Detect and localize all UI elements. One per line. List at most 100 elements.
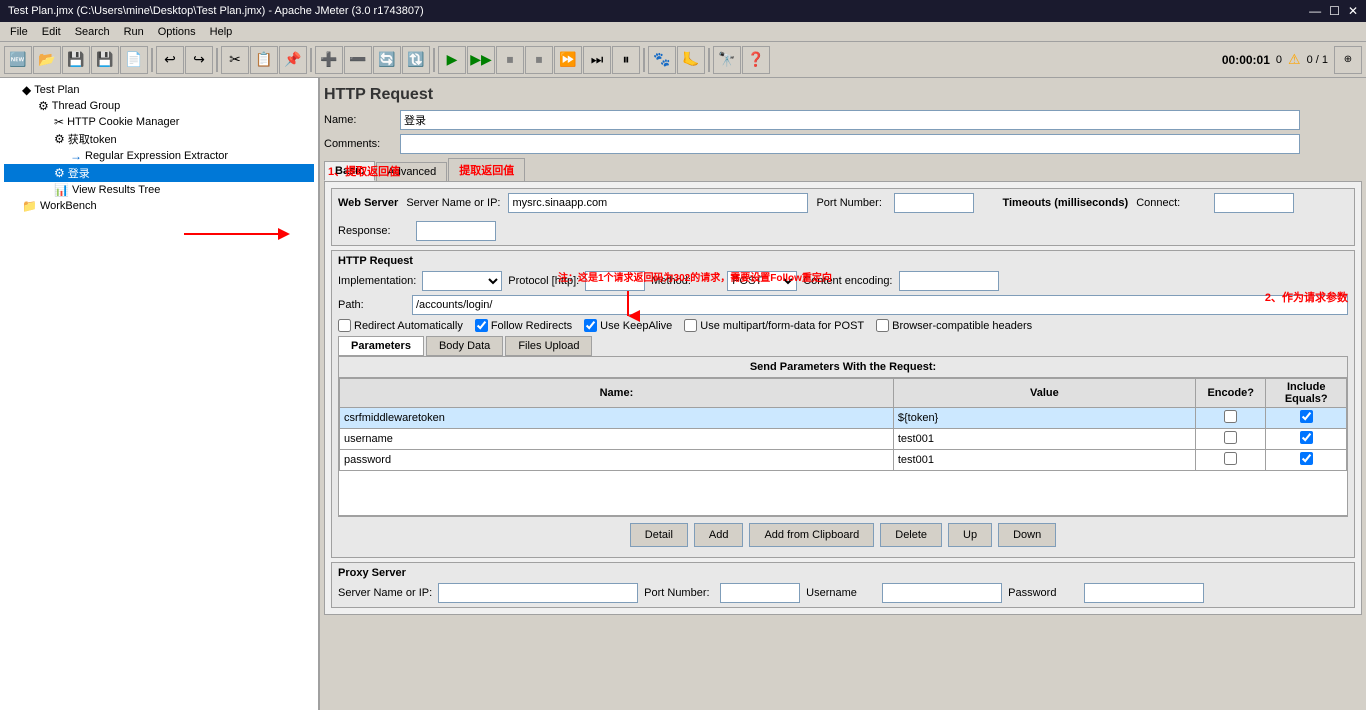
proxy-server-label: Server Name or IP: xyxy=(338,587,432,599)
toolbar-zoom[interactable]: ⊕ xyxy=(1334,46,1362,74)
tab-parameters[interactable]: Parameters xyxy=(338,336,424,356)
close-button[interactable]: ✕ xyxy=(1348,4,1358,18)
row2-include-check[interactable] xyxy=(1300,431,1313,444)
menu-run[interactable]: Run xyxy=(118,24,150,40)
connect-input[interactable] xyxy=(1214,193,1294,213)
port-input[interactable] xyxy=(894,193,974,213)
name-input[interactable] xyxy=(400,110,1300,130)
browser-compat-checkbox[interactable] xyxy=(876,319,889,332)
toolbar-collapse[interactable]: ➖ xyxy=(344,46,372,74)
toolbar-remote-stop[interactable]: ⏭ xyxy=(583,46,611,74)
redirect-auto-label[interactable]: Redirect Automatically xyxy=(338,319,463,332)
table-row[interactable]: csrfmiddlewaretoken ${token} xyxy=(340,408,1347,429)
toolbar-help[interactable]: ❓ xyxy=(742,46,770,74)
toolbar-shutdown[interactable]: ⏹ xyxy=(525,46,553,74)
table-row[interactable]: password test001 xyxy=(340,450,1347,471)
toolbar-search[interactable]: 🔭 xyxy=(713,46,741,74)
proxy-password-input[interactable] xyxy=(1084,583,1204,603)
toolbar-new[interactable]: 🆕 xyxy=(4,46,32,74)
toolbar-start[interactable]: ▶ xyxy=(438,46,466,74)
menu-help[interactable]: Help xyxy=(204,24,239,40)
minimize-button[interactable]: — xyxy=(1309,4,1321,18)
down-button[interactable]: Down xyxy=(998,523,1056,547)
row2-value: test001 xyxy=(893,429,1195,450)
browser-compat-label[interactable]: Browser-compatible headers xyxy=(876,319,1032,332)
multipart-checkbox[interactable] xyxy=(684,319,697,332)
toolbar-clear-all[interactable]: 🦶 xyxy=(677,46,705,74)
menu-bar: File Edit Search Run Options Help xyxy=(0,22,1366,42)
follow-redirects-checkbox[interactable] xyxy=(475,319,488,332)
row1-include-check[interactable] xyxy=(1300,410,1313,423)
checkboxes-row: Redirect Automatically Follow Redirects … xyxy=(338,319,1348,332)
main-tab-row: Basic Advanced 提取返回值 xyxy=(324,158,1362,181)
tree-label-regex: Regular Expression Extractor xyxy=(85,150,228,162)
delete-button[interactable]: Delete xyxy=(880,523,942,547)
row2-encode-check[interactable] xyxy=(1224,431,1237,444)
toolbar-open[interactable]: 📂 xyxy=(33,46,61,74)
proxy-username-input[interactable] xyxy=(882,583,1002,603)
action-buttons-row: Detail Add Add from Clipboard Delete Up … xyxy=(338,516,1348,553)
title-bar-controls[interactable]: — ☐ ✕ xyxy=(1309,4,1358,18)
menu-options[interactable]: Options xyxy=(152,24,202,40)
tree-item-thread-group[interactable]: ⚙ Thread Group xyxy=(4,98,314,114)
toolbar-cut[interactable]: ✂ xyxy=(221,46,249,74)
row3-include-check[interactable] xyxy=(1300,452,1313,465)
table-row[interactable]: username test001 xyxy=(340,429,1347,450)
row2-name: username xyxy=(340,429,894,450)
toolbar-remote-exit[interactable]: ⏸ xyxy=(612,46,640,74)
toolbar-refresh[interactable]: 🔃 xyxy=(402,46,430,74)
row3-encode-check[interactable] xyxy=(1224,452,1237,465)
content-panel: HTTP Request Name: Comments: Basic Advan… xyxy=(320,78,1366,710)
tree-panel: ◆ Test Plan ⚙ Thread Group ✂ HTTP Cookie… xyxy=(0,78,320,710)
toolbar-save[interactable]: 💾 xyxy=(91,46,119,74)
tree-icon-login: ⚙ xyxy=(54,166,65,180)
tab-advanced[interactable]: Advanced xyxy=(376,162,447,181)
toolbar-stop[interactable]: ⏹ xyxy=(496,46,524,74)
add-button[interactable]: Add xyxy=(694,523,744,547)
toolbar-copy[interactable]: 📋 xyxy=(250,46,278,74)
menu-search[interactable]: Search xyxy=(69,24,116,40)
maximize-button[interactable]: ☐ xyxy=(1329,4,1340,18)
tree-label-thread-group: Thread Group xyxy=(52,100,120,112)
tree-item-workbench[interactable]: 📁 WorkBench xyxy=(4,198,314,214)
tab-extract[interactable]: 提取返回值 xyxy=(448,158,525,181)
toolbar-save-all[interactable]: 💾 xyxy=(62,46,90,74)
tab-files-upload[interactable]: Files Upload xyxy=(505,336,592,356)
menu-file[interactable]: File xyxy=(4,24,34,40)
toolbar-reset[interactable]: 🔄 xyxy=(373,46,401,74)
server-name-input[interactable] xyxy=(508,193,808,213)
toolbar-redo[interactable]: ↪ xyxy=(185,46,213,74)
toolbar-paste[interactable]: 📌 xyxy=(279,46,307,74)
redirect-auto-checkbox[interactable] xyxy=(338,319,351,332)
tree-item-regex-extractor[interactable]: → Regular Expression Extractor xyxy=(4,148,314,164)
proxy-port-input[interactable] xyxy=(720,583,800,603)
tab-body-data[interactable]: Body Data xyxy=(426,336,503,356)
toolbar-clear[interactable]: 🐾 xyxy=(648,46,676,74)
toolbar-undo[interactable]: ↩ xyxy=(156,46,184,74)
tree-item-test-plan[interactable]: ◆ Test Plan xyxy=(4,82,314,98)
proxy-server-input[interactable] xyxy=(438,583,638,603)
tree-item-view-results[interactable]: 📊 View Results Tree xyxy=(4,182,314,198)
path-input[interactable] xyxy=(412,295,1348,315)
up-button[interactable]: Up xyxy=(948,523,992,547)
follow-redirects-label[interactable]: Follow Redirects xyxy=(475,319,572,332)
tab-basic[interactable]: Basic xyxy=(324,161,375,181)
impl-select[interactable] xyxy=(422,271,502,291)
add-from-clipboard-button[interactable]: Add from Clipboard xyxy=(749,523,874,547)
toolbar-save2[interactable]: 📄 xyxy=(120,46,148,74)
keepalive-checkbox[interactable] xyxy=(584,319,597,332)
menu-edit[interactable]: Edit xyxy=(36,24,67,40)
toolbar-start-no-pause[interactable]: ▶▶ xyxy=(467,46,495,74)
comments-input[interactable] xyxy=(400,134,1300,154)
toolbar-expand[interactable]: ➕ xyxy=(315,46,343,74)
detail-button[interactable]: Detail xyxy=(630,523,688,547)
tree-item-get-token[interactable]: ⚙ 获取token xyxy=(4,130,314,148)
multipart-label[interactable]: Use multipart/form-data for POST xyxy=(684,319,864,332)
toolbar-remote-start[interactable]: ⏩ xyxy=(554,46,582,74)
row1-encode-check[interactable] xyxy=(1224,410,1237,423)
response-input[interactable] xyxy=(416,221,496,241)
main-container: ◆ Test Plan ⚙ Thread Group ✂ HTTP Cookie… xyxy=(0,78,1366,710)
encoding-input[interactable] xyxy=(899,271,999,291)
tree-item-http-cookie[interactable]: ✂ HTTP Cookie Manager xyxy=(4,114,314,130)
tree-item-login[interactable]: ⚙ 登录 xyxy=(4,164,314,182)
